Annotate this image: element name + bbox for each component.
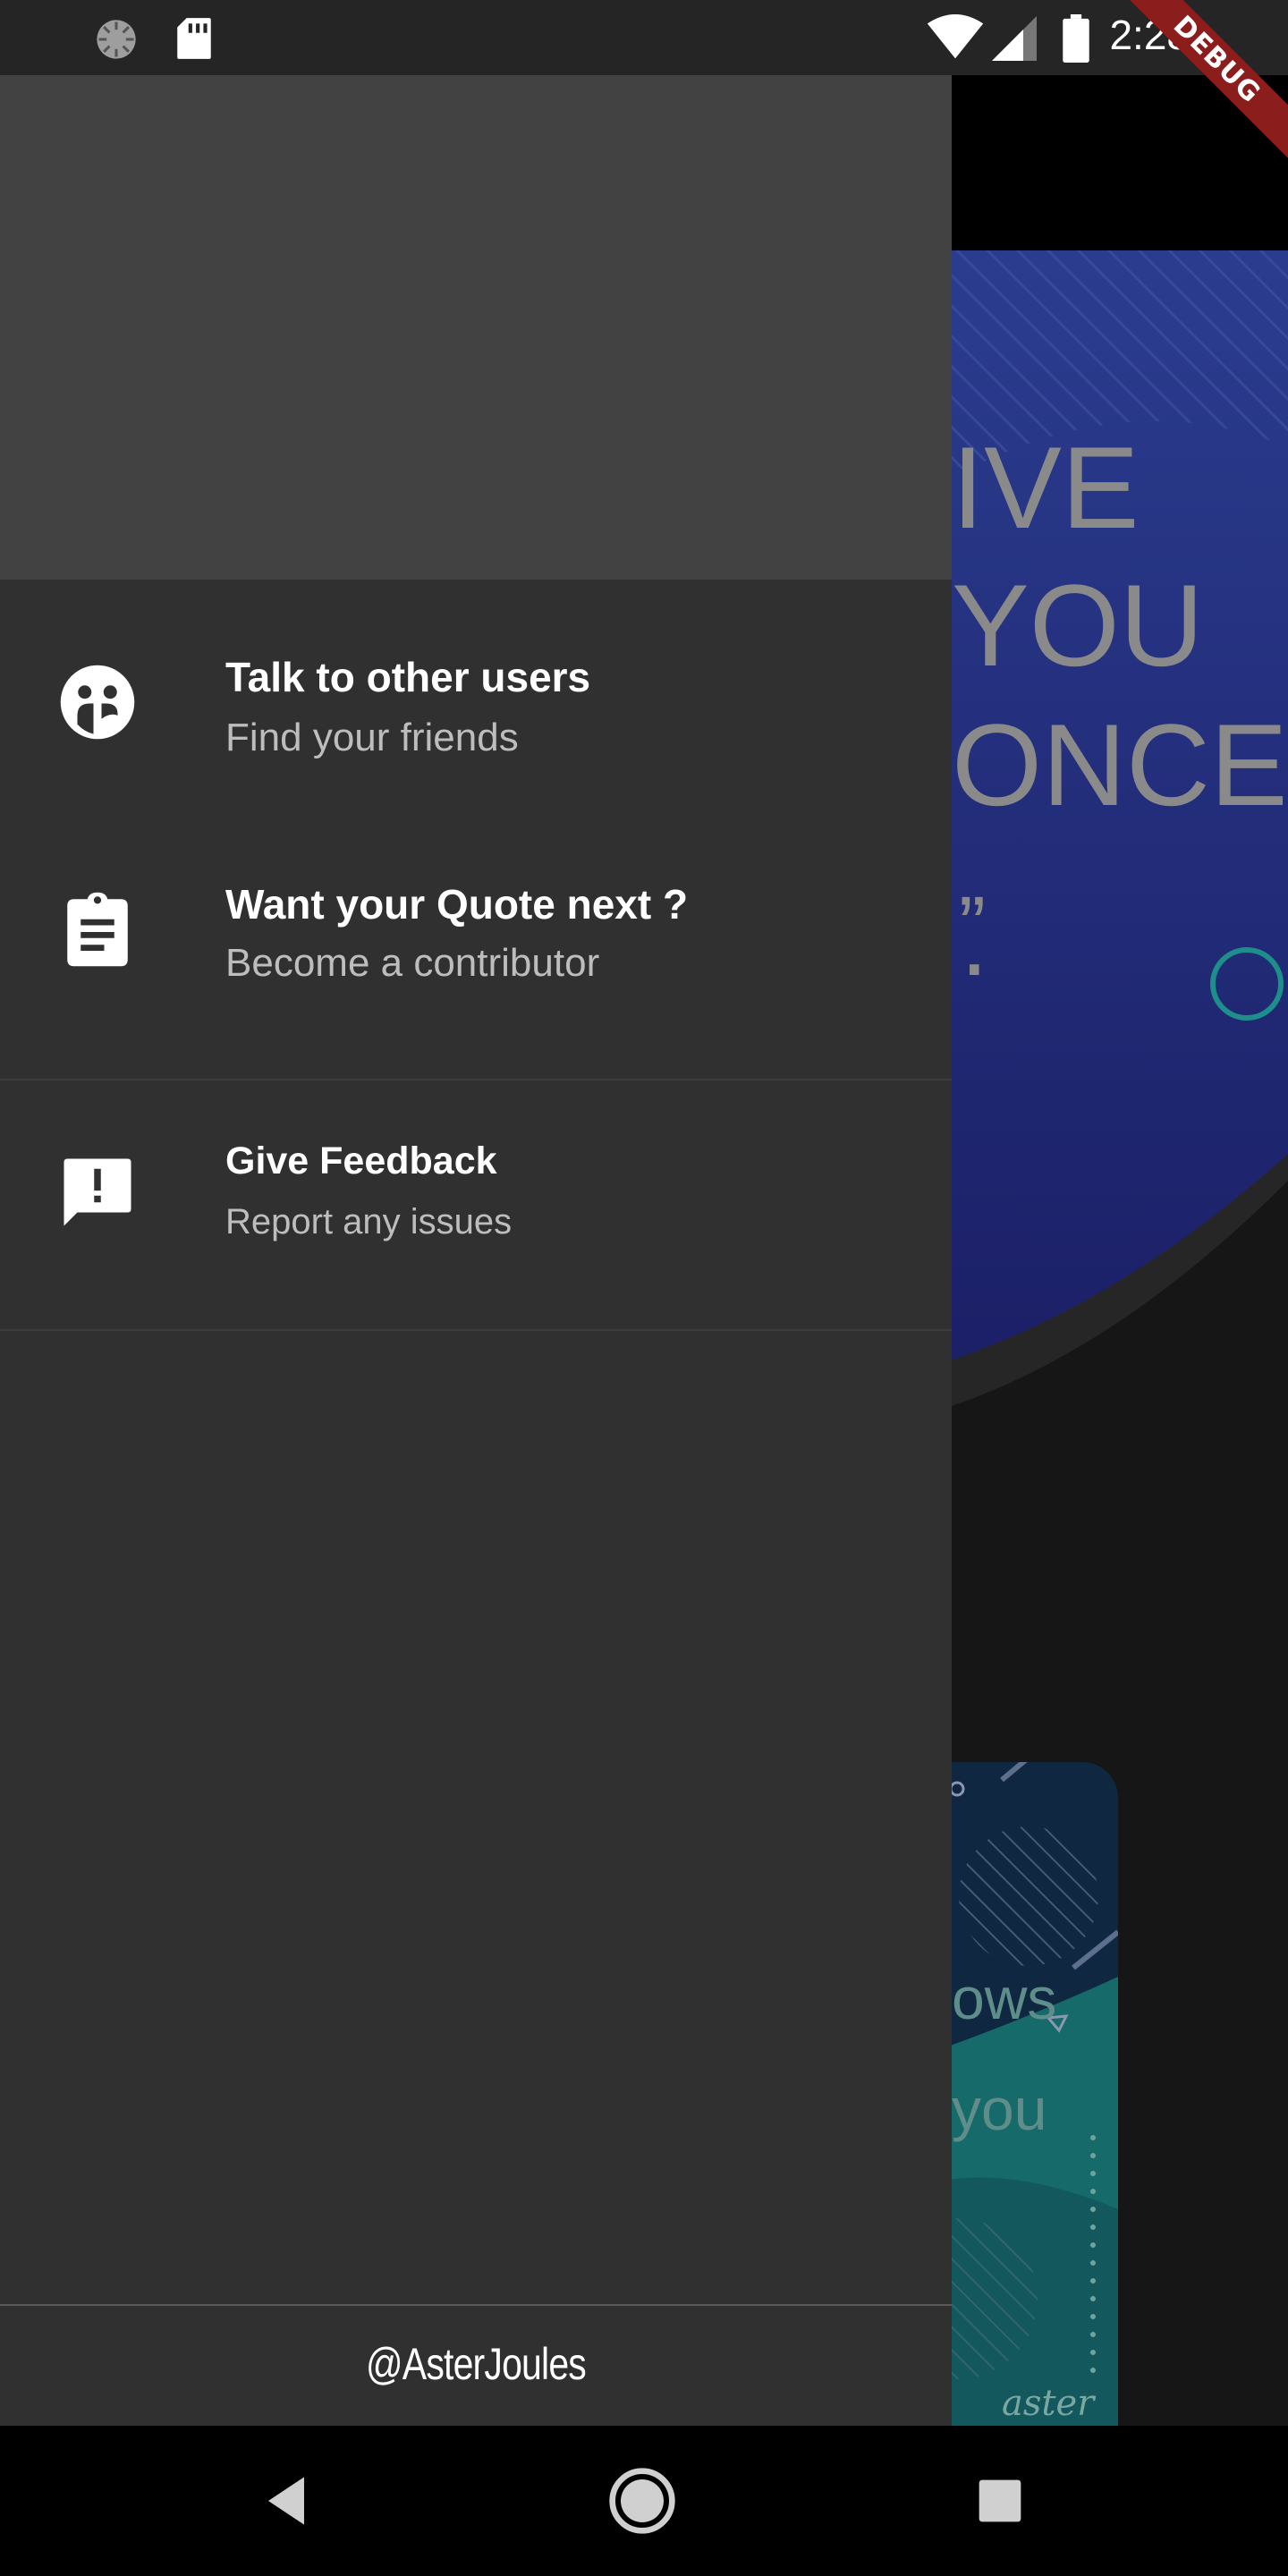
app-screen: IVE YOU ONCE ” . ows you aster 2:28 DEBU… xyxy=(0,0,1288,2576)
drawer-divider xyxy=(0,1079,952,1080)
hero-quote-line: ONCE xyxy=(952,699,1288,830)
drawer-item-title: Talk to other users xyxy=(225,654,591,700)
wifi-icon xyxy=(927,14,984,59)
back-icon[interactable] xyxy=(250,2465,322,2537)
quote-card-line: you xyxy=(952,2076,1047,2142)
drawer-header xyxy=(0,75,952,580)
drawer-item-become-contributor[interactable]: Want your Quote next ? Become a contribu… xyxy=(0,869,952,1021)
drawer-item-subtitle: Become a contributor xyxy=(225,941,600,985)
hero-quote-line: IVE xyxy=(952,422,1140,553)
drawer-item-subtitle: Find your friends xyxy=(225,716,519,759)
status-bar: 2:28 DEBUG xyxy=(0,0,1288,168)
drawer-item-subtitle: Report any issues xyxy=(225,1202,513,1241)
battery-icon xyxy=(1063,14,1089,63)
loading-spinner-icon xyxy=(97,20,136,59)
drawer-item-give-feedback[interactable]: Give Feedback Report any issues xyxy=(0,1132,952,1284)
drawer-footer: @AsterJoules xyxy=(0,2304,952,2426)
drawer-item-talk-to-users[interactable]: Talk to other users Find your friends xyxy=(0,644,952,796)
users-chat-icon xyxy=(60,665,135,740)
footer-handle[interactable]: @AsterJoules xyxy=(86,2338,866,2390)
drawer-item-title: Give Feedback xyxy=(225,1140,497,1182)
sd-card-icon xyxy=(177,18,211,59)
drawer-item-title: Want your Quote next ? xyxy=(225,881,689,928)
recents-icon[interactable] xyxy=(964,2465,1036,2537)
drawer-divider xyxy=(0,1329,952,1331)
system-nav-bar xyxy=(0,2426,1288,2576)
clipboard-icon xyxy=(67,892,128,967)
home-icon[interactable] xyxy=(606,2465,678,2537)
feedback-icon xyxy=(64,1158,131,1226)
hero-quote-line: YOU xyxy=(952,560,1204,691)
hero-quote-line: . xyxy=(961,886,988,996)
quote-card-line: ows xyxy=(952,1965,1057,2031)
signal-icon xyxy=(992,16,1037,61)
quote-card-signature: aster xyxy=(1002,2383,1095,2424)
navigation-drawer: Talk to other users Find your friends Wa… xyxy=(0,75,952,2426)
